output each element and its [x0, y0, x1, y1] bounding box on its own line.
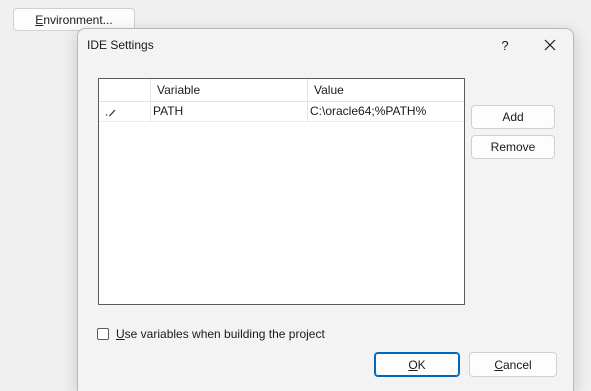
close-icon	[544, 39, 556, 51]
help-button[interactable]: ?	[491, 34, 519, 56]
ok-label: K	[417, 357, 426, 372]
row-variable-cell[interactable]: PATH	[153, 104, 183, 118]
environment-variables-grid[interactable]: Variable Value PATH C:\oracle64;%PATH%	[98, 78, 465, 305]
use-variables-text: se variables when building the project	[124, 327, 325, 341]
column-header-variable[interactable]: Variable	[157, 83, 200, 97]
use-variables-accel: U	[116, 327, 125, 341]
remove-button[interactable]: Remove	[471, 135, 555, 159]
use-variables-label[interactable]: Use variables when building the project	[116, 327, 325, 341]
use-variables-option[interactable]: Use variables when building the project	[97, 327, 325, 341]
dialog-titlebar[interactable]: IDE Settings ?	[78, 29, 573, 60]
add-button[interactable]: Add	[471, 105, 555, 129]
close-button[interactable]	[533, 32, 567, 58]
ide-settings-dialog: IDE Settings ? Variable Value PATH C:\or…	[77, 28, 574, 391]
help-label: ?	[501, 37, 509, 53]
ok-accel: O	[408, 357, 418, 372]
screen: Environment... IDE Settings ? Variable V…	[0, 0, 591, 391]
use-variables-checkbox[interactable]	[97, 328, 109, 340]
ok-button[interactable]: OK	[374, 352, 460, 377]
row-value-cell[interactable]: C:\oracle64;%PATH%	[310, 104, 426, 118]
environment-button-accel: E	[35, 12, 44, 27]
remove-button-label: Remove	[490, 140, 536, 154]
environment-button-label: nvironment...	[43, 12, 113, 27]
grid-header: Variable Value	[99, 79, 464, 102]
pencil-edit-icon	[105, 106, 117, 117]
dialog-title: IDE Settings	[87, 38, 154, 52]
cancel-label: ancel	[502, 357, 532, 372]
cancel-button[interactable]: Cancel	[469, 352, 557, 377]
column-header-value[interactable]: Value	[314, 83, 344, 97]
table-row[interactable]: PATH C:\oracle64;%PATH%	[99, 101, 464, 122]
cancel-accel: C	[494, 357, 503, 372]
add-button-label: Add	[502, 110, 524, 124]
